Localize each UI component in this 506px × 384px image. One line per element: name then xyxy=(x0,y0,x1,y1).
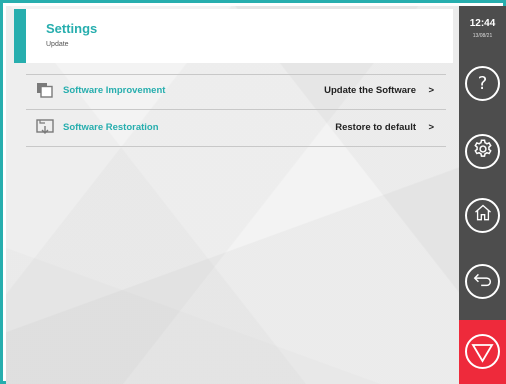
home-icon xyxy=(473,203,493,228)
menu-item-label: Software Restoration xyxy=(63,122,159,133)
help-button[interactable]: ? xyxy=(465,66,500,101)
menu-item-action: Update the Software xyxy=(324,85,416,96)
menu-item-software-improvement[interactable]: Software Improvement Update the Software… xyxy=(26,72,446,108)
restore-icon xyxy=(36,119,54,135)
right-sidebar: 12:44 13/08/21 ? xyxy=(459,6,506,384)
back-button[interactable] xyxy=(465,264,500,299)
page-title: Settings xyxy=(46,21,98,36)
gear-icon xyxy=(472,138,494,165)
page-subtitle: Update xyxy=(46,41,69,48)
header-accent-bar xyxy=(14,9,26,63)
app-window: Settings Update Software Improvement Upd… xyxy=(0,0,506,384)
header-panel xyxy=(26,9,453,63)
menu-item-action: Restore to default xyxy=(335,122,416,133)
back-arrow-icon xyxy=(472,268,494,295)
emergency-stop-button[interactable] xyxy=(459,320,506,384)
divider xyxy=(26,146,446,147)
copy-icon xyxy=(36,82,54,98)
main-content: Settings Update Software Improvement Upd… xyxy=(6,6,459,384)
help-icon: ? xyxy=(477,72,488,94)
home-button[interactable] xyxy=(465,198,500,233)
clock-time: 12:44 xyxy=(469,18,496,29)
stop-icon xyxy=(465,334,500,369)
clock-date: 13/08/21 xyxy=(472,33,493,39)
chevron-right-icon: > xyxy=(428,85,434,96)
chevron-right-icon: > xyxy=(428,122,434,133)
settings-button[interactable] xyxy=(465,134,500,169)
menu-item-label: Software Improvement xyxy=(63,85,166,96)
menu-item-software-restoration[interactable]: Software Restoration Restore to default … xyxy=(26,109,446,145)
